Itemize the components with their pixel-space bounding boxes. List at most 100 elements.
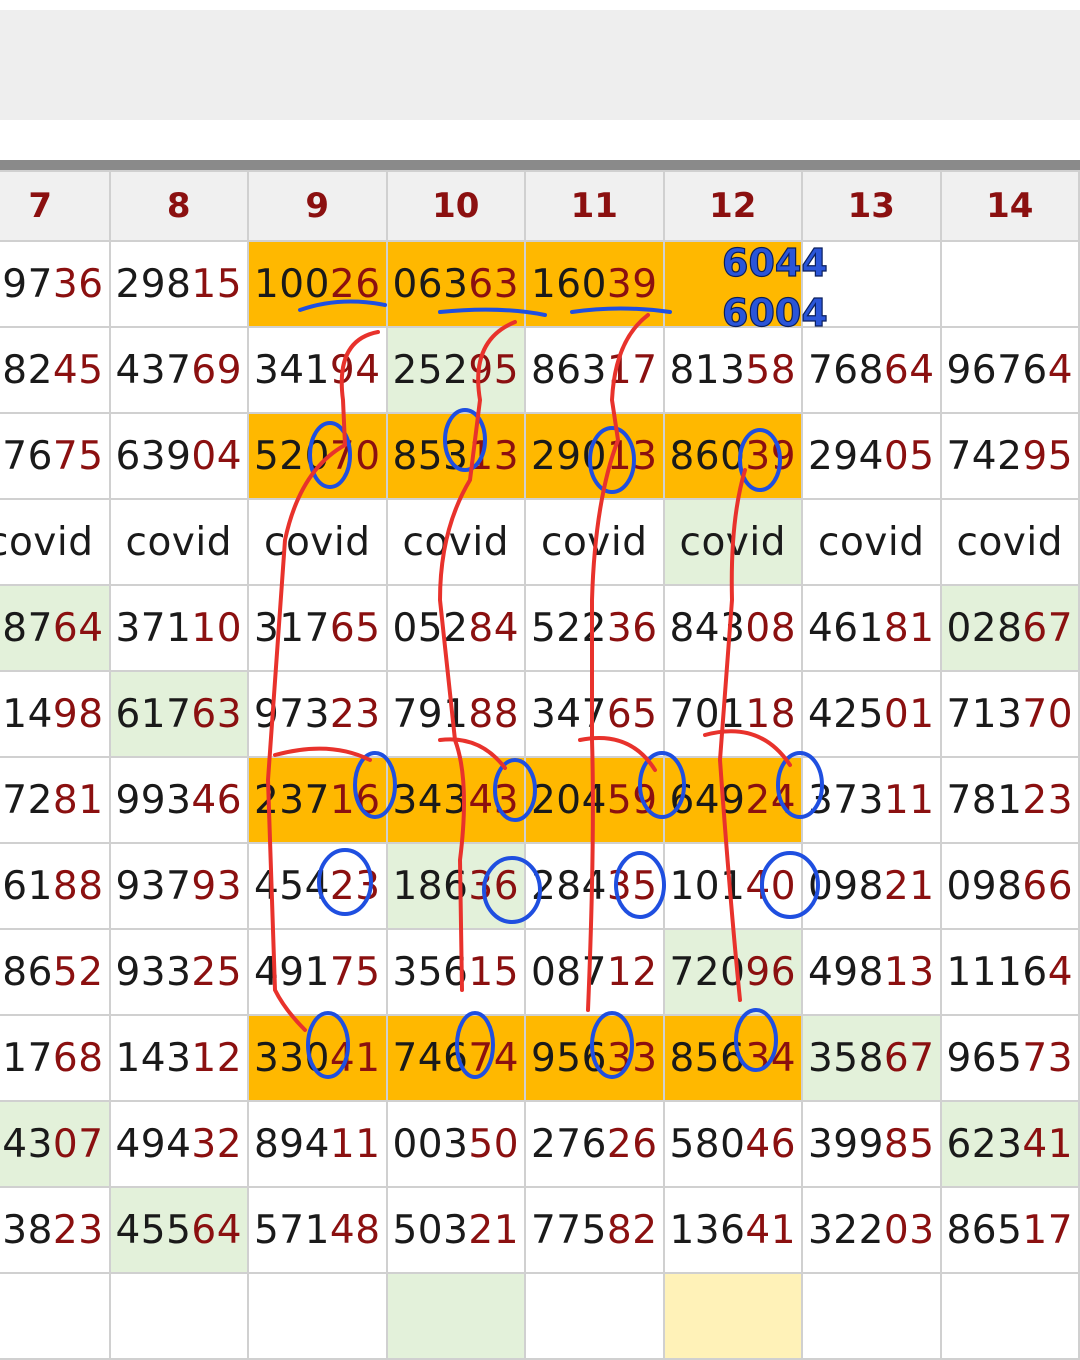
column-header[interactable]: 14 [939,170,1080,242]
result-digits: 371 [115,605,192,651]
result-digits: 914 [0,691,53,737]
result-cell: 99346 [108,756,249,844]
result-digits: 276 [530,1121,607,1167]
table-row: 5382345564571485032177582136413220386517 [0,1186,1080,1274]
column-header[interactable]: 7 [0,170,111,242]
result-digits: 853 [392,433,469,479]
result-tail-digits: 82 [606,1207,658,1253]
result-digits: 956 [530,1035,607,1081]
result-cell: 81358 [662,326,803,414]
column-header[interactable]: 10 [385,170,526,242]
result-tail-digits: 23 [329,863,381,909]
result-digits: 143 [0,1121,53,1167]
result-digits: 322 [807,1207,884,1253]
result-digits: 937 [115,863,192,909]
result-digits: covid [402,519,509,565]
result-tail-digits: 70 [1022,691,1074,737]
result-cell: 52236 [524,584,665,672]
result-cell: 74295 [939,412,1080,500]
column-header[interactable]: 8 [108,170,249,242]
result-cell: 49432 [108,1100,249,1188]
result-digits: 713 [946,691,1023,737]
result-cell: 08712 [524,928,665,1016]
result-cell: 45423 [247,842,388,930]
result-tail-digits: 36 [606,605,658,651]
result-cell: covid [939,498,1080,586]
result-digits: covid [0,519,94,565]
result-tail-digits: 15 [191,261,243,307]
result-cell: 79188 [385,670,526,758]
result-digits: 571 [253,1207,330,1253]
result-cell: 42501 [801,670,942,758]
result-tail-digits: 75 [52,433,104,479]
result-digits: 290 [530,433,607,479]
result-cell: 23716 [247,756,388,844]
result-cell: 49813 [801,928,942,1016]
result-digits: 623 [946,1121,1023,1167]
result-tail-digits: 21 [468,1207,520,1253]
result-digits: 813 [669,347,746,393]
result-digits: covid [125,519,232,565]
result-cell: covid [247,498,388,586]
result-cell: 53823 [0,1186,111,1274]
result-digits: 894 [253,1121,330,1167]
result-digits: 965 [946,1035,1023,1081]
result-tail-digits: 35 [606,863,658,909]
result-cell: 78123 [939,756,1080,844]
result-digits: 356 [392,949,469,995]
column-header[interactable]: 13 [801,170,942,242]
result-tail-digits: 12 [606,949,658,995]
result-cell: 49175 [247,928,388,1016]
result-tail-digits: 05 [883,433,935,479]
result-tail-digits: 23 [52,1207,104,1253]
result-cell: 26188 [0,842,111,930]
result-digits: covid [264,519,371,565]
result-digits: 052 [392,605,469,651]
column-header[interactable]: 11 [524,170,665,242]
result-cell: 37311 [801,756,942,844]
result-cell: 85313 [385,412,526,500]
result-cell: covid [108,498,249,586]
results-table-container[interactable]: 7891011121314 49736298151002606363160399… [0,170,1080,1360]
result-digits: 973 [253,691,330,737]
result-tail-digits: 85 [883,1121,935,1167]
result-cell: 89411 [247,1100,388,1188]
result-digits: 993 [115,777,192,823]
result-cell: 06363 [385,240,526,328]
result-cell: 14312 [108,1014,249,1102]
result-tail-digits: 41 [745,1207,797,1253]
result-digits: 461 [807,605,884,651]
result-cell: 13641 [662,1186,803,1274]
result-tail-digits: 15 [468,949,520,995]
result-cell: 97675 [0,412,111,500]
table-row: 2618893793454231863628435101400982109866 [0,842,1080,930]
result-tail-digits: 18 [745,691,797,737]
result-cell: 96764 [939,326,1080,414]
result-cell: 85634 [662,1014,803,1102]
result-digits: 101 [669,863,746,909]
result-cell: 14307 [0,1100,111,1188]
result-tail-digits: 07 [52,1121,104,1167]
result-cell: 46181 [801,584,942,672]
result-tail-digits: 65 [606,691,658,737]
result-tail-digits: 88 [468,691,520,737]
column-header[interactable]: 9 [247,170,388,242]
result-cell: 98764 [0,584,111,672]
result-digits: 437 [115,347,192,393]
column-header[interactable]: 12 [662,170,803,242]
result-digits: 768 [807,347,884,393]
result-tail-digits: 63 [468,261,520,307]
result-cell [108,1272,249,1360]
result-cell: 57148 [247,1186,388,1274]
result-tail-digits: 23 [329,691,381,737]
result-cell: 74674 [385,1014,526,1102]
result-tail-digits: 24 [745,777,797,823]
result-cell: 28435 [524,842,665,930]
header-rule [0,160,1080,170]
result-tail-digits: 46 [191,777,243,823]
result-tail-digits: 70 [329,433,381,479]
result-tail-digits: 63 [191,691,243,737]
result-tail-digits: 39 [745,433,797,479]
result-cell: 63904 [108,412,249,500]
result-tail-digits: 17 [606,347,658,393]
